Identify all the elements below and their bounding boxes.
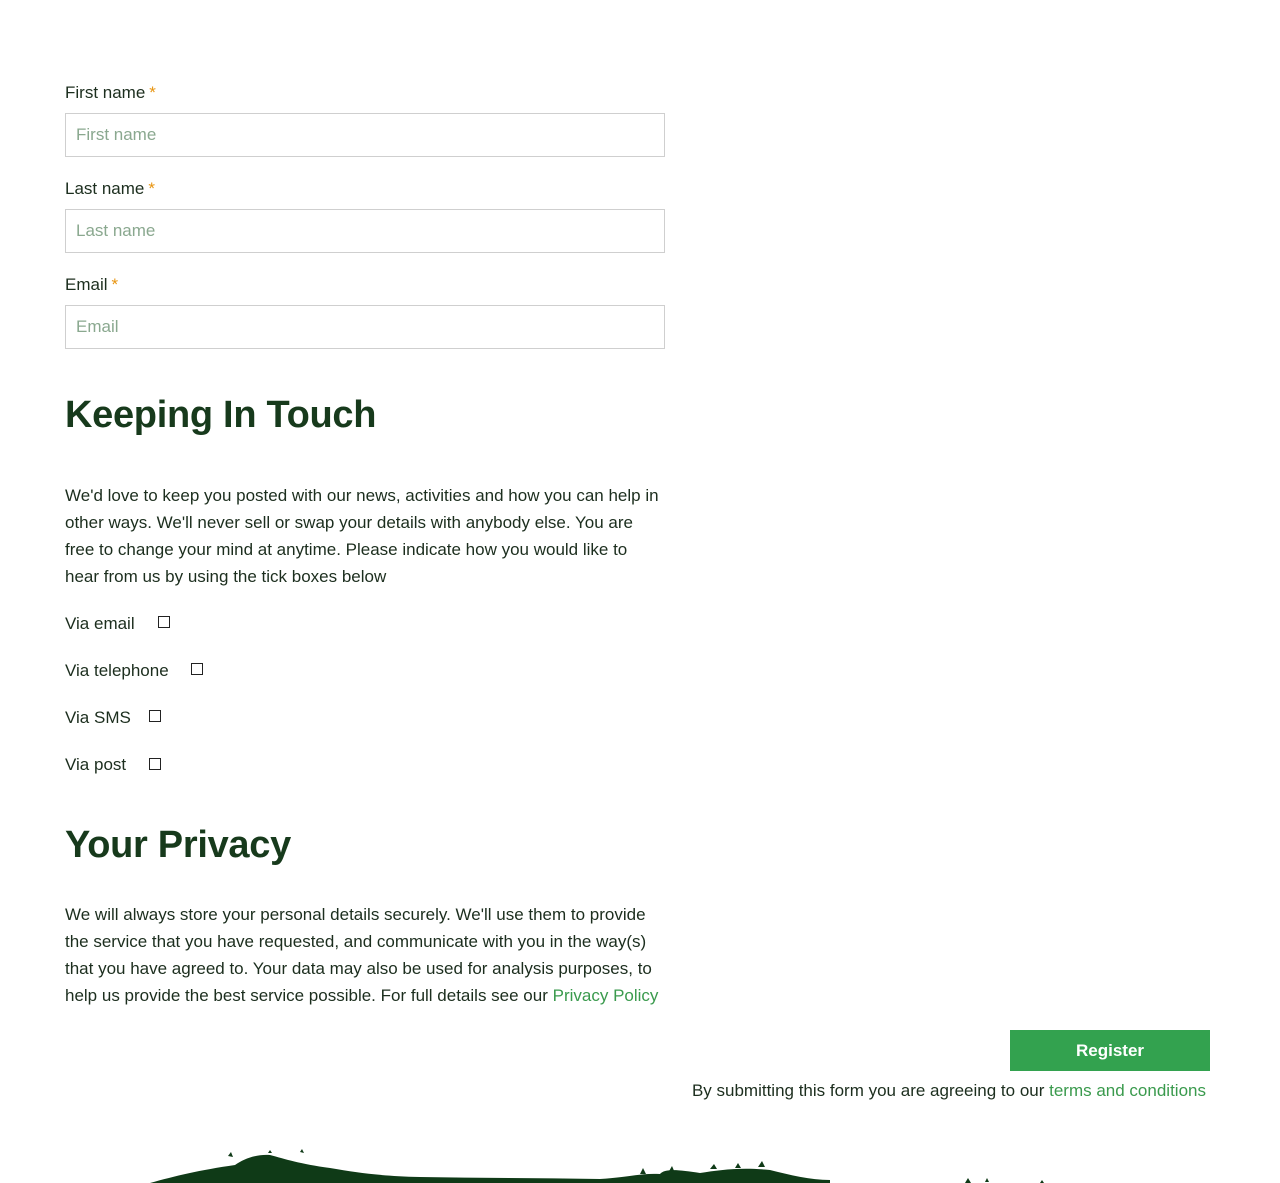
pref-sms-row: Via SMS xyxy=(65,708,175,732)
your-privacy-heading: Your Privacy xyxy=(65,824,291,866)
pref-sms-checkbox[interactable] xyxy=(149,710,161,722)
required-marker: * xyxy=(111,275,119,294)
email-input[interactable] xyxy=(65,305,665,349)
first-name-label-text: First name xyxy=(65,83,146,102)
last-name-input[interactable] xyxy=(65,209,665,253)
email-label-text: Email xyxy=(65,275,108,294)
pref-email-checkbox[interactable] xyxy=(158,616,170,628)
privacy-policy-link[interactable]: Privacy Policy xyxy=(553,986,659,1005)
pref-telephone-checkbox[interactable] xyxy=(191,663,203,675)
first-name-input[interactable] xyxy=(65,113,665,157)
pref-post-label: Via post xyxy=(65,755,127,774)
terms-and-conditions-link[interactable]: terms and conditions xyxy=(1049,1081,1206,1100)
first-name-label: First name * xyxy=(65,83,156,103)
privacy-text: We will always store your personal detai… xyxy=(65,901,665,1009)
last-name-label: Last name * xyxy=(65,179,155,199)
footer-landscape-art xyxy=(150,1149,1044,1183)
keeping-in-touch-heading: Keeping In Touch xyxy=(65,394,377,436)
terms-prefix: By submitting this form you are agreeing… xyxy=(691,1081,1045,1100)
required-marker: * xyxy=(149,83,156,102)
required-marker: * xyxy=(148,179,156,198)
email-label: Email * xyxy=(65,275,118,295)
register-button[interactable]: Register xyxy=(1010,1030,1210,1071)
pref-email-row: Via email xyxy=(65,614,185,638)
pref-post-row: Via post xyxy=(65,755,175,779)
last-name-label-text: Last name xyxy=(65,179,145,198)
pref-sms-label: Via SMS xyxy=(65,708,131,727)
pref-telephone-label: Via telephone xyxy=(65,661,169,680)
pref-email-label: Via email xyxy=(65,614,135,633)
keeping-in-touch-text: We'd love to keep you posted with our ne… xyxy=(65,486,659,586)
terms-notice: By submitting this form you are agreeing… xyxy=(692,1081,1206,1101)
pref-post-checkbox[interactable] xyxy=(149,758,161,770)
pref-telephone-row: Via telephone xyxy=(65,661,215,685)
footer-hill-shape xyxy=(150,1154,830,1183)
